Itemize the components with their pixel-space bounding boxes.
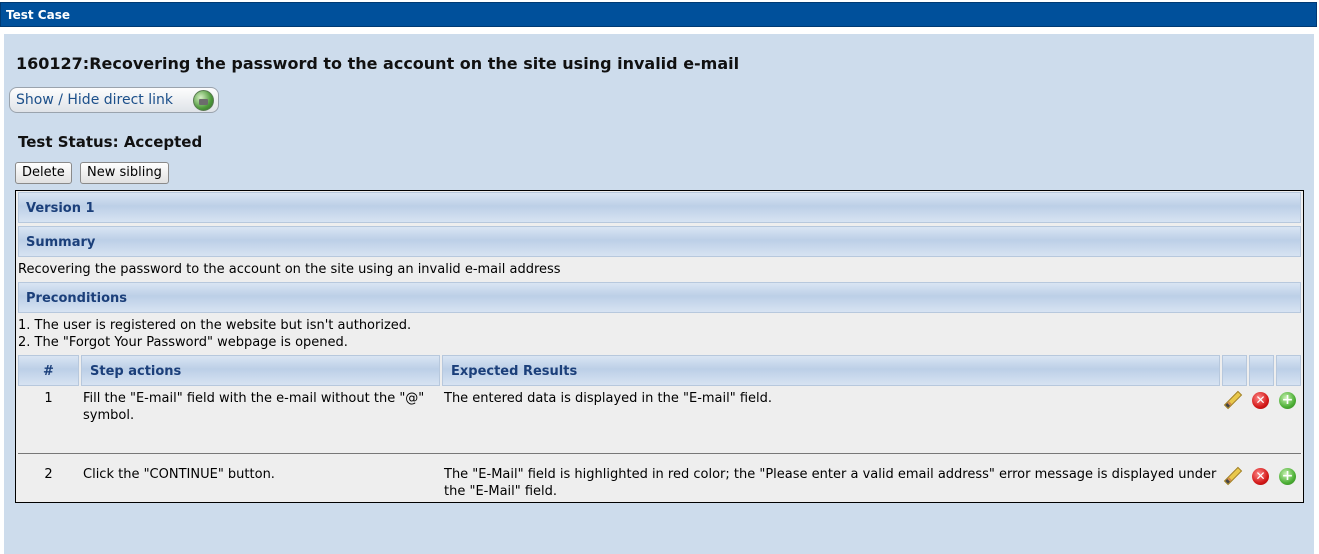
- new-sibling-button[interactable]: New sibling: [80, 162, 169, 184]
- window-title-bar: Test Case: [0, 2, 1317, 27]
- test-case-details: Version 1 Summary Recovering the passwor…: [15, 190, 1304, 503]
- preconditions-header: Preconditions: [18, 282, 1301, 313]
- step-number: 1: [44, 391, 53, 406]
- delete-icon[interactable]: ✕: [1252, 392, 1269, 409]
- pencil-icon[interactable]: [1223, 466, 1243, 486]
- step-expected-result: The entered data is displayed in the "E-…: [444, 391, 773, 406]
- expected-results-header: Expected Results: [442, 355, 1220, 386]
- window-title: Test Case: [6, 8, 70, 22]
- test-status: Test Status: Accepted: [18, 133, 203, 151]
- add-icon[interactable]: +: [1279, 392, 1296, 409]
- row-separator: [18, 453, 1301, 454]
- precondition-line: 2. The "Forgot Your Password" webpage is…: [18, 335, 348, 350]
- step-expected-result: The "E-Mail" field is highlighted in red…: [444, 467, 1217, 499]
- precondition-line: 1. The user is registered on the website…: [18, 318, 412, 333]
- test-case-title: 160127:Recovering the password to the ac…: [16, 54, 740, 73]
- test-case-panel: 160127:Recovering the password to the ac…: [4, 34, 1314, 554]
- add-icon[interactable]: +: [1279, 468, 1296, 485]
- delete-column-header: [1249, 355, 1274, 386]
- step-number-header: #: [18, 355, 79, 386]
- summary-header: Summary: [18, 226, 1301, 257]
- version-header: Version 1: [18, 192, 1301, 223]
- add-column-header: [1276, 355, 1301, 386]
- delete-icon[interactable]: ✕: [1252, 468, 1269, 485]
- step-number: 2: [44, 467, 53, 482]
- show-hide-direct-link-button[interactable]: Show / Hide direct link: [9, 87, 219, 113]
- step-action: Fill the "E-mail" field with the e-mail …: [83, 391, 425, 423]
- delete-button[interactable]: Delete: [15, 162, 72, 184]
- direct-link-label: Show / Hide direct link: [16, 92, 173, 108]
- step-action: Click the "CONTINUE" button.: [83, 467, 275, 482]
- globe-link-icon: [193, 90, 214, 111]
- edit-column-header: [1222, 355, 1247, 386]
- summary-text: Recovering the password to the account o…: [18, 262, 561, 277]
- pencil-icon[interactable]: [1223, 390, 1243, 410]
- step-actions-header: Step actions: [81, 355, 440, 386]
